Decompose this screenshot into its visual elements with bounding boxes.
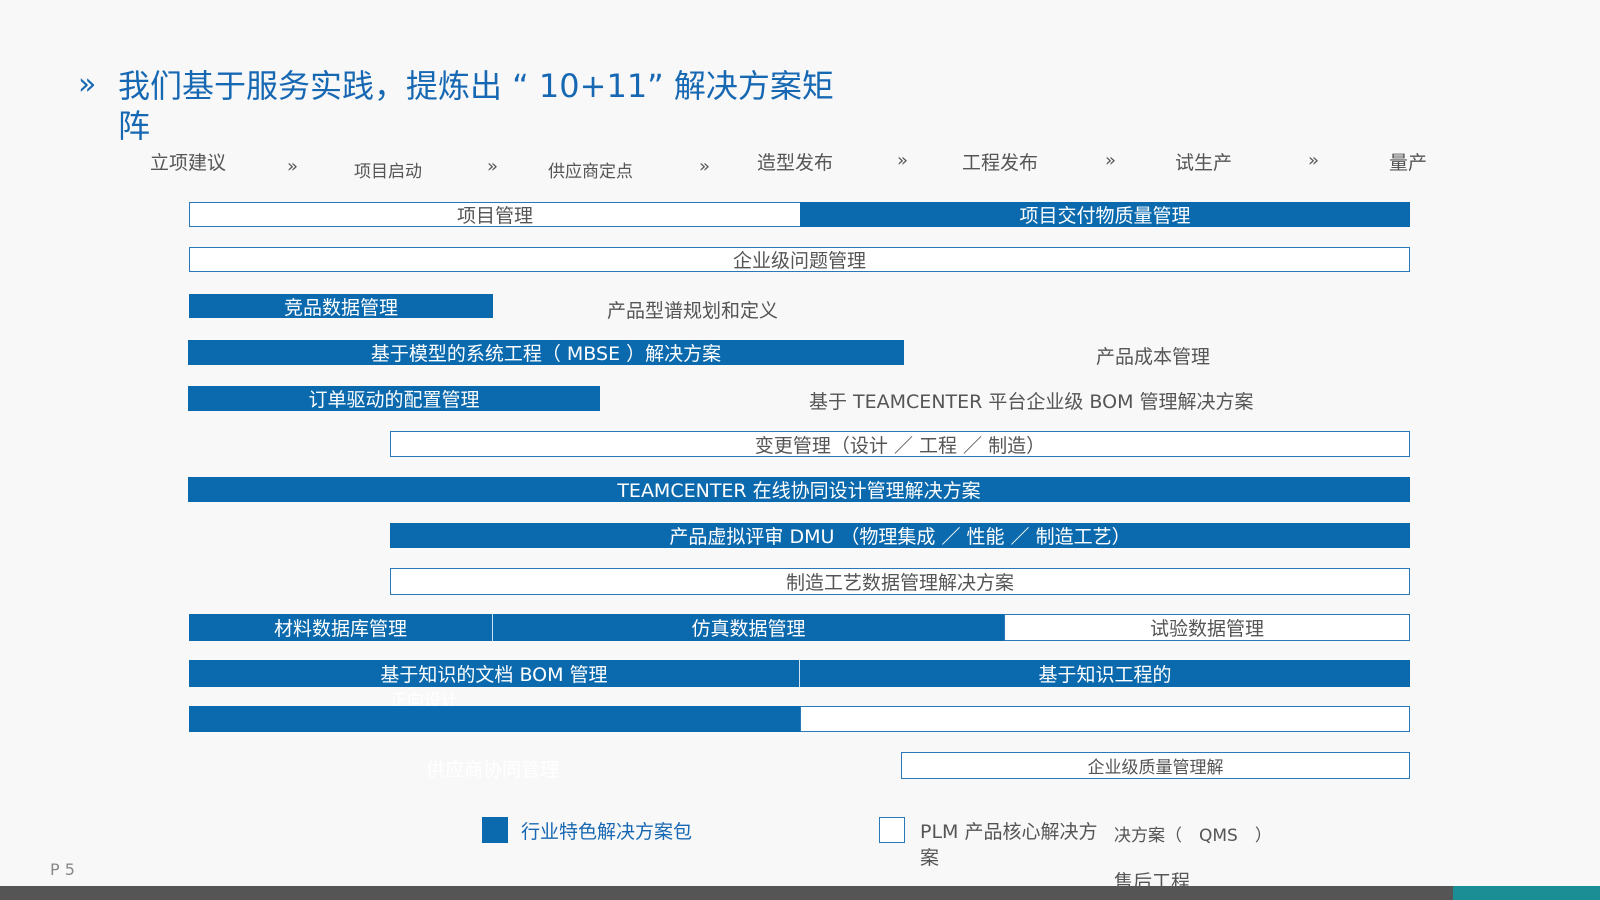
solution-label: 订单驱动的配置管理 bbox=[308, 389, 480, 411]
solution-bar: 变更管理（设计 ／ 工程 ／ 制造） bbox=[390, 431, 1410, 457]
phase-label: 工程发布 bbox=[962, 152, 1039, 174]
overflow-label: 供应商协同管理 bbox=[426, 759, 560, 781]
solution-label: 产品虚拟评审 DMU （物理集成 ／ 性能 ／ 制造工艺） bbox=[669, 526, 1131, 548]
phase-label: 项目启动 bbox=[354, 162, 422, 182]
legend-label: 行业特色解决方案包 bbox=[521, 821, 693, 843]
legend-label: 案 bbox=[920, 847, 940, 869]
solution-label: 基于 TEAMCENTER 平台企业级 BOM 管理解决方案 bbox=[809, 391, 1254, 413]
solution-bar: 制造工艺数据管理解决方案 bbox=[390, 568, 1410, 595]
phase-label: 量产 bbox=[1389, 152, 1428, 174]
solution-bar-highlight bbox=[189, 706, 800, 732]
solution-bar-highlight: 产品虚拟评审 DMU （物理集成 ／ 性能 ／ 制造工艺） bbox=[390, 523, 1410, 548]
solution-bar-highlight: 材料数据库管理 bbox=[189, 614, 492, 641]
solution-bar-highlight: 基于知识工程的 bbox=[799, 660, 1410, 687]
solution-bar-highlight: 项目交付物质量管理 bbox=[800, 202, 1410, 227]
phase-label: 试生产 bbox=[1175, 152, 1233, 174]
solution-label: 变更管理（设计 ／ 工程 ／ 制造） bbox=[754, 434, 1046, 457]
page-number: P 5 bbox=[50, 860, 75, 879]
footer-accent bbox=[1453, 886, 1600, 900]
chevron-right-icon: » bbox=[1105, 150, 1117, 171]
solution-bar-highlight: 竞品数据管理 bbox=[189, 294, 493, 318]
solution-bar: 试验数据管理 bbox=[1004, 614, 1410, 641]
phase-label: 立项建议 bbox=[150, 152, 227, 174]
solution-bar: 项目管理 bbox=[189, 202, 801, 227]
solution-label: 基于知识工程的 bbox=[1038, 664, 1172, 686]
solution-label: 基于模型的系统工程（ MBSE ）解决方案 bbox=[370, 343, 722, 365]
solution-label: 企业级质量管理解 bbox=[1087, 758, 1224, 778]
legend-swatch-solid bbox=[482, 817, 508, 843]
chevron-right-icon: » bbox=[897, 150, 909, 171]
solution-label: 企业级问题管理 bbox=[732, 250, 866, 272]
overflow-label: 决方案（ QMS ） bbox=[1114, 826, 1272, 846]
solution-label: 项目交付物质量管理 bbox=[1019, 205, 1191, 227]
solution-label: TEAMCENTER 在线协同设计管理解决方案 bbox=[617, 480, 981, 502]
phase-label: 供应商定点 bbox=[548, 162, 633, 182]
footer-bar bbox=[0, 886, 1600, 900]
chevron-right-icon: » bbox=[487, 156, 499, 177]
solution-label: 基于知识的文档 BOM 管理 bbox=[380, 664, 608, 686]
solution-bar: 企业级问题管理 bbox=[189, 247, 1410, 272]
page-title: 我们基于服务实践，提炼出 “ 10+11” 解决方案矩阵 bbox=[118, 67, 834, 145]
solution-label: 竞品数据管理 bbox=[283, 296, 398, 319]
solution-bar-highlight: 基于模型的系统工程（ MBSE ）解决方案 bbox=[188, 340, 904, 365]
chevron-right-icon: » bbox=[699, 156, 711, 177]
solution-bar-highlight: 仿真数据管理 bbox=[492, 614, 1004, 641]
chevron-right-icon: » bbox=[287, 156, 299, 177]
legend-label: PLM 产品核心解决方 bbox=[920, 821, 1098, 843]
phase-label: 造型发布 bbox=[757, 152, 834, 174]
title-chevron-icon: » bbox=[78, 67, 97, 102]
solution-bar-highlight: 基于知识的文档 BOM 管理 bbox=[189, 660, 799, 687]
chevron-right-icon: » bbox=[1308, 150, 1320, 171]
solution-label: 产品型谱规划和定义 bbox=[607, 300, 779, 322]
solution-label: 产品成本管理 bbox=[1096, 346, 1211, 368]
solution-bar-highlight: TEAMCENTER 在线协同设计管理解决方案 bbox=[188, 477, 1410, 502]
solution-label: 试验数据管理 bbox=[1149, 618, 1264, 640]
solution-label: 仿真数据管理 bbox=[691, 618, 806, 640]
legend-swatch-outline bbox=[879, 817, 905, 843]
solution-label: 项目管理 bbox=[456, 205, 533, 227]
solution-bar bbox=[800, 706, 1410, 732]
solution-bar: 企业级质量管理解 bbox=[901, 752, 1410, 779]
solution-label: 制造工艺数据管理解决方案 bbox=[785, 572, 1014, 594]
solution-label: 材料数据库管理 bbox=[273, 618, 407, 640]
solution-bar-highlight: 订单驱动的配置管理 bbox=[188, 386, 600, 411]
